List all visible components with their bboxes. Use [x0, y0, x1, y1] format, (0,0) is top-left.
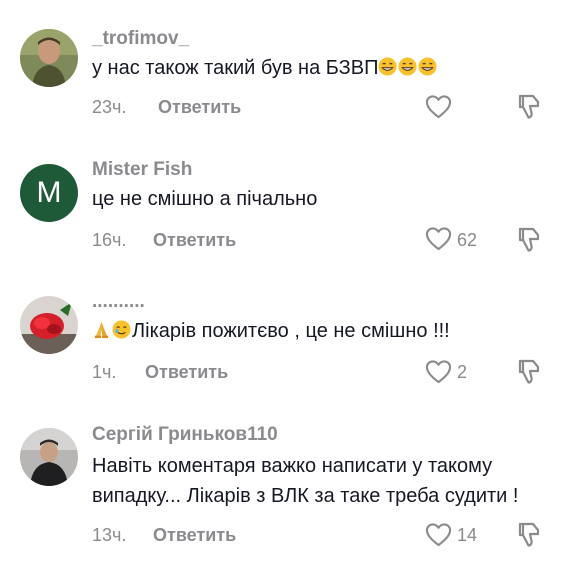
comment-time: 23ч. [92, 97, 127, 117]
avatar-letter: M [36, 176, 62, 209]
comment-time: 13ч. [92, 525, 127, 545]
folded-hands-icon [94, 321, 109, 339]
grin-emoji-row [378, 54, 438, 83]
comment-username[interactable]: .......... [92, 291, 145, 313]
reply-button[interactable]: Ответить [145, 362, 228, 383]
comment-text: це не смішно а пічально [92, 188, 318, 210]
comment-text: Лікарів пожитєво , це не смішно !!! [92, 317, 450, 346]
like-count: 2 [457, 362, 468, 382]
heart-icon[interactable] [425, 94, 452, 119]
reply-button[interactable]: Ответить [153, 525, 236, 546]
comment-username[interactable]: Сергій Гриньков110 [92, 424, 278, 446]
comment-username[interactable]: _trofimov_ [92, 28, 189, 50]
tearful-smile-icon [112, 320, 131, 339]
comment-text-line: Навіть коментаря важко написати у такому [92, 455, 493, 477]
heart-icon[interactable] [425, 522, 452, 547]
comment-text-body: у нас також такий був на БЗВП [92, 57, 379, 79]
avatar[interactable] [20, 29, 78, 87]
like-count: 62 [457, 230, 478, 250]
avatar[interactable] [20, 296, 78, 354]
avatar[interactable]: M [20, 164, 78, 222]
comment-username[interactable]: Mister Fish [92, 159, 192, 181]
grin-icon [398, 57, 418, 76]
heart-icon[interactable] [425, 359, 452, 384]
comment-text-line: випадку... Лікарів з ВЛК за таке треба с… [92, 485, 519, 507]
reply-button[interactable]: Ответить [158, 97, 241, 118]
grin-icon [418, 57, 438, 76]
thumbs-down-icon[interactable] [514, 93, 542, 121]
grin-icon [378, 57, 398, 76]
like-count: 14 [457, 525, 478, 545]
thumbs-down-icon[interactable] [514, 226, 542, 254]
comment-text: у нас також такий був на БЗВП [92, 54, 438, 83]
comment-time: 16ч. [92, 230, 127, 250]
avatar[interactable] [20, 428, 78, 486]
thumbs-down-icon[interactable] [514, 521, 542, 549]
comment-text-body: Лікарів пожитєво , це не смішно !!! [132, 320, 450, 342]
thumbs-down-icon[interactable] [514, 358, 542, 386]
comment-time: 1ч. [92, 362, 117, 382]
heart-icon[interactable] [425, 226, 452, 251]
reply-button[interactable]: Ответить [153, 230, 236, 251]
